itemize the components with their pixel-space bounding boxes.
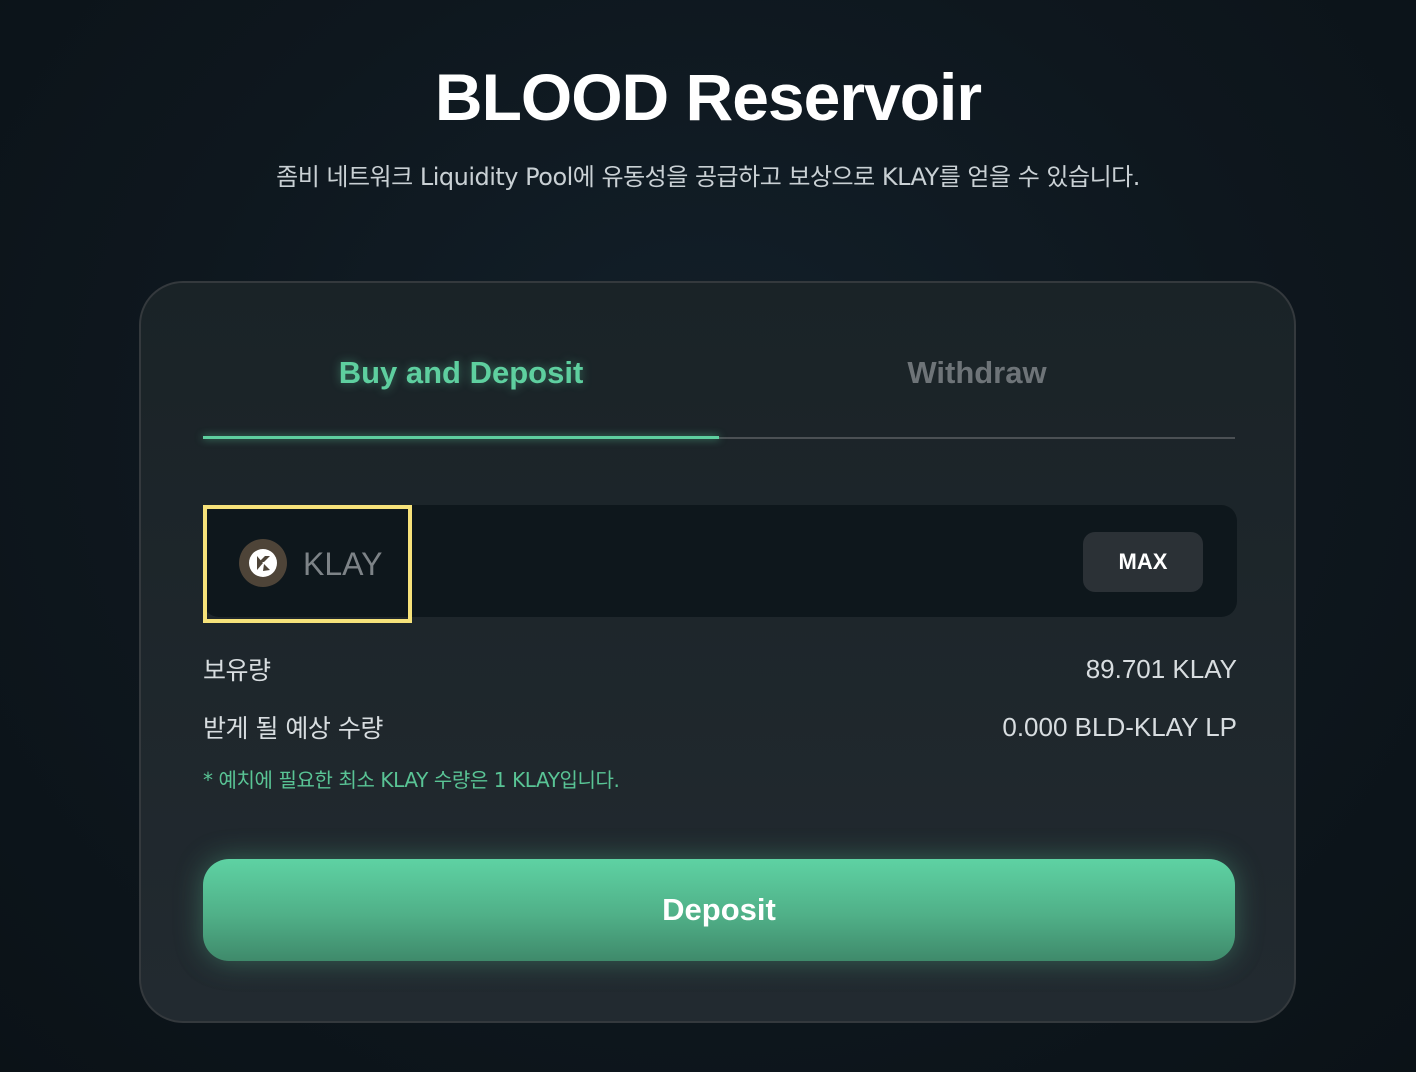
expected-amount-row: 받게 될 예상 수량 0.000 BLD-KLAY LP [203,707,1237,747]
balance-row: 보유량 89.701 KLAY [203,649,1237,689]
tab-active-indicator [203,436,719,439]
amount-input-box: KLAY MAX [203,505,1237,623]
amount-input[interactable] [423,535,1027,589]
klaytn-logo-icon [239,539,287,587]
tab-buy-and-deposit[interactable]: Buy and Deposit [203,333,719,437]
minimum-deposit-note: * 예치에 필요한 최소 KLAY 수량은 1 KLAY입니다. [203,768,620,792]
page-title: BLOOD Reservoir [434,60,982,134]
tab-withdraw[interactable]: Withdraw [719,333,1235,437]
page-subtitle: 좀비 네트워크 Liquidity Pool에 유동성을 공급하고 보상으로 K… [276,163,1140,191]
token-selector[interactable]: KLAY [203,505,412,623]
reservoir-card: Buy and Deposit Withdraw KLAY MAX 보유량 89… [139,281,1296,1023]
balance-value: 89.701 KLAY [1085,653,1237,684]
expected-amount-value: 0.000 BLD-KLAY LP [1002,711,1237,742]
max-button[interactable]: MAX [1083,532,1203,592]
token-symbol: KLAY [303,546,383,582]
expected-amount-label: 받게 될 예상 수량 [203,714,383,743]
tab-bar: Buy and Deposit Withdraw [203,333,1235,439]
deposit-button[interactable]: Deposit [203,859,1235,961]
balance-label: 보유량 [203,656,271,685]
